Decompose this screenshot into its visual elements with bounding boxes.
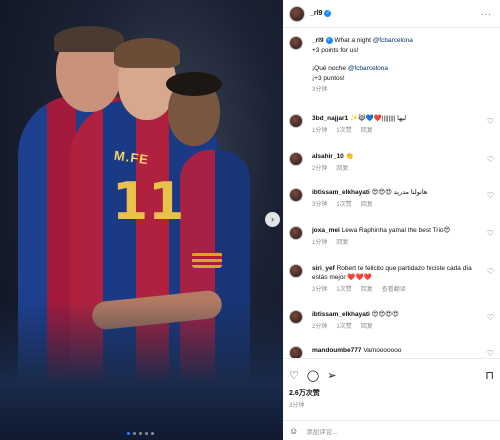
comment-text: Robert te felicito que partidazo hiciste… <box>312 265 472 281</box>
avatar[interactable] <box>289 226 303 240</box>
heart-icon[interactable]: ♡ <box>487 313 494 322</box>
comment-text: 😍😍😍 هانولنا مدريد <box>371 189 428 196</box>
comment-likes[interactable]: 1次赞 <box>336 284 351 293</box>
heart-icon[interactable]: ♡ <box>487 229 494 238</box>
comment-likes[interactable]: 1次赞 <box>336 321 351 330</box>
caption-text: +3 points for us! <box>312 46 359 54</box>
post-side-panel: _rl9 ✓ ··· _rl9 ✓ What a night @fcbarcelo… <box>283 0 500 440</box>
carousel-dots <box>127 432 154 435</box>
carousel-dot <box>133 432 136 435</box>
carousel-dot <box>139 432 142 435</box>
translate-button[interactable]: 查看翻译 <box>382 284 406 293</box>
post-username[interactable]: _rl9 <box>310 10 322 17</box>
comment-time: 3分钟 <box>312 202 328 208</box>
heart-icon[interactable]: ♡ <box>487 349 494 358</box>
caption-username[interactable]: _rl9 <box>312 37 324 44</box>
mention-link[interactable]: @fcbarcelona <box>373 37 413 44</box>
mention-link[interactable]: @fcbarcelona <box>348 65 388 72</box>
heart-icon[interactable]: ♡ <box>487 191 494 200</box>
comment-time: 2分钟 <box>312 287 328 293</box>
avatar[interactable] <box>289 114 303 128</box>
carousel-dot <box>127 432 130 435</box>
avatar[interactable] <box>289 152 303 166</box>
reply-button[interactable]: 回复 <box>336 163 348 172</box>
comment-time: 2分钟 <box>312 166 328 172</box>
avatar[interactable] <box>289 36 303 50</box>
carousel-dot <box>151 432 154 435</box>
player-hair <box>114 38 180 68</box>
comment-item: joxa_mei Lewa Raphinha yamal the best Tr… <box>289 226 494 246</box>
bookmark-icon[interactable]: ⊓ <box>485 369 494 382</box>
captain-armband <box>192 252 222 268</box>
caption-text: ¡+3 puntos! <box>312 74 345 82</box>
comment-text: Lewa Raphinha yamal the best Trio😍 <box>341 227 451 234</box>
post-caption: _rl9 ✓ What a night @fcbarcelona +3 point… <box>289 36 494 96</box>
comment-username[interactable]: siri_yef <box>312 265 335 272</box>
post-header: _rl9 ✓ ··· <box>283 0 500 28</box>
reply-button[interactable]: 回复 <box>361 284 373 293</box>
heart-icon[interactable]: ♡ <box>487 117 494 126</box>
share-send-icon[interactable]: ➢ <box>327 369 336 382</box>
comments-scroll[interactable]: _rl9 ✓ What a night @fcbarcelona +3 point… <box>283 28 500 358</box>
avatar[interactable] <box>289 264 303 278</box>
comment-item: ibtissam_elkhayati 😍😍😍 هانولنا مدريد 3分钟… <box>289 188 494 208</box>
comment-username[interactable]: 3bd_najjar1 <box>312 115 348 122</box>
comment-text: ✨😹💙❤️|||||||| ليها <box>349 115 407 122</box>
reply-button[interactable]: 回复 <box>336 237 348 246</box>
comment-text: Vamooooooo <box>363 347 402 354</box>
verified-icon: ✓ <box>324 10 332 17</box>
avatar[interactable] <box>289 310 303 324</box>
comment-time: 2分钟 <box>312 324 328 330</box>
avatar[interactable] <box>289 346 303 358</box>
add-comment-bar: ☺ 添加评论... <box>283 420 500 440</box>
like-heart-icon[interactable]: ♡ <box>289 369 299 382</box>
verified-icon: ✓ <box>325 36 333 44</box>
heart-icon[interactable]: ♡ <box>487 267 494 276</box>
comment-bubble-icon[interactable]: ◯ <box>307 369 319 382</box>
comment-likes[interactable]: 1次赞 <box>336 125 351 134</box>
caption-text: What a night <box>334 37 373 44</box>
player-hair <box>54 26 124 52</box>
comment-input[interactable]: 添加评论... <box>306 426 337 436</box>
comment-likes[interactable]: 1次赞 <box>336 199 351 208</box>
crowd-background <box>0 300 283 440</box>
comment-username[interactable]: ibtissam_elkhayati <box>312 311 370 318</box>
reply-button[interactable]: 回复 <box>361 321 373 330</box>
caption-text: ¡Qué noche <box>312 65 348 72</box>
shirt-number: 11 <box>112 172 185 232</box>
comment-text: 👏 <box>345 153 354 160</box>
comment-item: mandoumbe777 Vamooooooo ♡ <box>289 346 494 358</box>
like-count[interactable]: 2.6万次赞 <box>289 388 494 398</box>
comment-time: 1分钟 <box>312 240 328 246</box>
comment-username[interactable]: mandoumbe777 <box>312 347 362 354</box>
post-actions: ♡ ◯ ➢ ⊓ 2.6万次赞 3分钟 <box>283 358 500 409</box>
avatar[interactable] <box>289 188 303 202</box>
caption-time: 3分钟 <box>312 87 328 93</box>
comment-time: 1分钟 <box>312 128 328 134</box>
comment-username[interactable]: alsahir_10 <box>312 153 344 160</box>
post-photo[interactable]: M.FE 11 › <box>0 0 283 440</box>
emoji-smile-icon[interactable]: ☺ <box>289 426 298 436</box>
comment-item: alsahir_10 👏 2分钟 回复 ♡ <box>289 152 494 172</box>
reply-button[interactable]: 回复 <box>361 125 373 134</box>
comment-item: 3bd_najjar1 ✨😹💙❤️|||||||| ليها 1分钟 1次赞 回… <box>289 114 494 134</box>
comment-username[interactable]: ibtissam_elkhayati <box>312 189 370 196</box>
player-hair <box>166 72 222 96</box>
avatar[interactable] <box>289 5 305 22</box>
carousel-dot <box>145 432 148 435</box>
post-time: 3分钟 <box>289 403 305 409</box>
reply-button[interactable]: 回复 <box>361 199 373 208</box>
more-options-icon[interactable]: ··· <box>481 10 492 19</box>
next-photo-button[interactable]: › <box>265 212 280 227</box>
comment-username[interactable]: joxa_mei <box>312 227 340 234</box>
heart-icon[interactable]: ♡ <box>487 155 494 164</box>
comment-text: 😍😍😍😍 <box>371 311 399 318</box>
comment-item: ibtissam_elkhayati 😍😍😍😍 2分钟 1次赞 回复 ♡ <box>289 310 494 330</box>
comment-item: siri_yef Robert te felicito que partidaz… <box>289 264 494 293</box>
